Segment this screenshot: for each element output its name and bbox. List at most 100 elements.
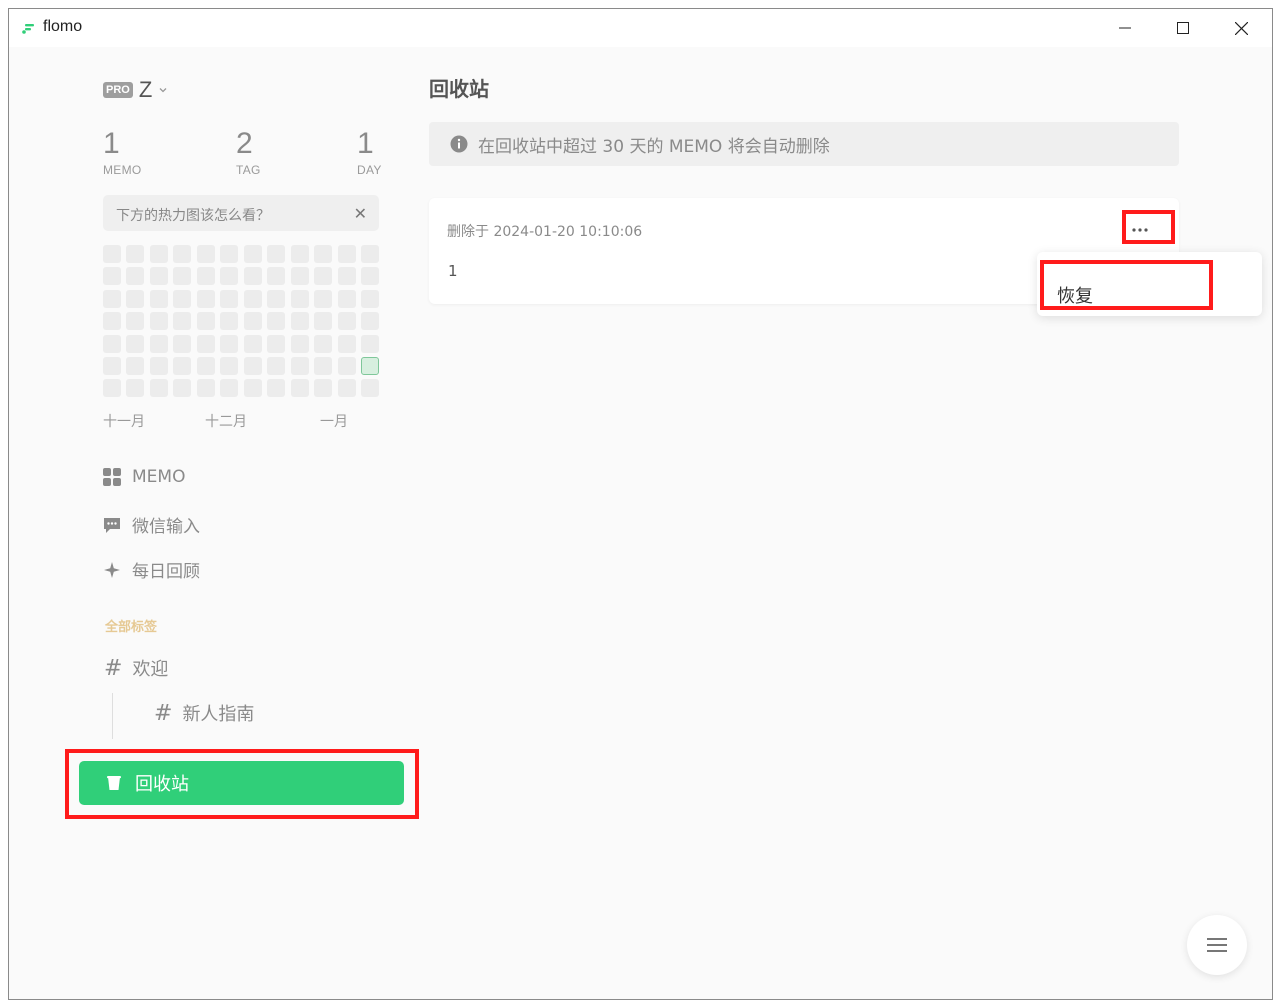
- stat-memo-label: MEMO: [103, 163, 142, 177]
- tag-welcome[interactable]: # 欢迎: [104, 655, 168, 681]
- activity-heatmap: [103, 245, 379, 397]
- minimize-button[interactable]: [1096, 9, 1154, 47]
- heatmap-cell: [173, 245, 191, 263]
- notice-banner: 在回收站中超过 30 天的 MEMO 将会自动删除: [429, 122, 1179, 166]
- stat-day-label: DAY: [357, 163, 382, 177]
- heatmap-cell: [197, 312, 215, 330]
- page-title: 回收站: [429, 77, 489, 101]
- hash-icon: #: [104, 655, 123, 681]
- user-menu[interactable]: PRO Z: [103, 77, 168, 103]
- heatmap-cell: [197, 335, 215, 353]
- stat-tag-count: 2: [236, 127, 253, 160]
- heatmap-cell: [244, 245, 262, 263]
- heatmap-cell: [103, 357, 121, 375]
- heatmap-cell: [361, 312, 379, 330]
- heatmap-cell: [338, 379, 356, 397]
- maximize-button[interactable]: [1154, 9, 1212, 47]
- heatmap-cell: [361, 379, 379, 397]
- heatmap-cell: [220, 245, 238, 263]
- close-button[interactable]: [1212, 9, 1270, 47]
- heatmap-cell: [314, 290, 332, 308]
- heatmap-cell: [314, 245, 332, 263]
- heatmap-cell: [173, 290, 191, 308]
- nav-wechat-label: 微信输入: [132, 517, 200, 537]
- heatmap-cell: [220, 290, 238, 308]
- heatmap-cell: [150, 312, 168, 330]
- heatmap-cell: [244, 357, 262, 375]
- heatmap-cell: [173, 267, 191, 285]
- highlight-box: [65, 749, 419, 819]
- heatmap-cell: [338, 245, 356, 263]
- heatmap-cell: [291, 245, 309, 263]
- heatmap-cell: [338, 335, 356, 353]
- heatmap-cell: [267, 290, 285, 308]
- info-icon: [450, 135, 468, 153]
- heatmap-cell: [150, 290, 168, 308]
- memo-deleted-time: 删除于 2024-01-20 10:10:06: [447, 224, 643, 240]
- heatmap-cell: [361, 290, 379, 308]
- heatmap-cell: [267, 245, 285, 263]
- tag-newbie-guide[interactable]: # 新人指南: [154, 700, 254, 726]
- heatmap-cell: [197, 290, 215, 308]
- heatmap-cell: [220, 312, 238, 330]
- heatmap-hint-text: 下方的热力图该怎么看？: [116, 208, 270, 224]
- heatmap-cell: [244, 335, 262, 353]
- flomo-logo-icon: [22, 24, 34, 34]
- nav-daily-review[interactable]: 每日回顾: [103, 557, 200, 582]
- heatmap-cell: [220, 379, 238, 397]
- highlight-box: [1040, 260, 1213, 310]
- stat-memo-count: 1: [103, 127, 120, 160]
- stat-memo: 1 MEMO: [103, 127, 142, 177]
- maximize-icon: [1177, 22, 1189, 34]
- heatmap-cell: [267, 357, 285, 375]
- heatmap-cell: [103, 245, 121, 263]
- stat-day: 1 DAY: [357, 127, 382, 177]
- stat-day-count: 1: [357, 127, 374, 160]
- heatmap-cell: [103, 335, 121, 353]
- nav-review-label: 每日回顾: [132, 562, 200, 582]
- heatmap-cell: [244, 312, 262, 330]
- close-hint-icon[interactable]: ✕: [354, 204, 367, 223]
- tag-label: 欢迎: [132, 659, 169, 680]
- heatmap-cell: [314, 267, 332, 285]
- pro-badge: PRO: [103, 82, 133, 98]
- heatmap-cell: [314, 335, 332, 353]
- all-tags-header: 全部标签: [105, 620, 158, 635]
- heatmap-cell: [244, 290, 262, 308]
- title-bar: flomo: [9, 9, 1272, 47]
- stat-tag: 2 TAG: [236, 127, 261, 177]
- highlight-box: [1122, 210, 1175, 244]
- heatmap-cell: [314, 357, 332, 375]
- heatmap-cell: [150, 245, 168, 263]
- nav-wechat-input[interactable]: 微信输入: [103, 512, 200, 537]
- heatmap-cell: [220, 335, 238, 353]
- month-label: 一月: [320, 414, 348, 430]
- grid-icon: [103, 468, 121, 486]
- nav-memo[interactable]: MEMO: [103, 467, 185, 487]
- heatmap-cell: [103, 379, 121, 397]
- heatmap-cell: [126, 357, 144, 375]
- heatmap-cell: [126, 312, 144, 330]
- stat-tag-label: TAG: [236, 163, 261, 177]
- heatmap-cell: [267, 379, 285, 397]
- heatmap-cell: [291, 267, 309, 285]
- close-icon: [1234, 21, 1248, 35]
- heatmap-cell: [103, 312, 121, 330]
- heatmap-cell: [314, 379, 332, 397]
- heatmap-cell: [244, 267, 262, 285]
- heatmap-cell: [126, 245, 144, 263]
- heatmap-cell: [220, 267, 238, 285]
- heatmap-cell: [150, 335, 168, 353]
- heatmap-hint-banner[interactable]: 下方的热力图该怎么看？ ✕: [103, 195, 379, 231]
- heatmap-cell: [173, 312, 191, 330]
- heatmap-cell: [173, 335, 191, 353]
- heatmap-cell: [338, 290, 356, 308]
- app-window: flomo PRO Z 1 MEMO 2 TAG 1 DAY 下方的热力图该怎么…: [8, 8, 1273, 1000]
- heatmap-cell: [150, 357, 168, 375]
- menu-fab-button[interactable]: [1187, 915, 1247, 975]
- heatmap-cell: [361, 245, 379, 263]
- heatmap-cell: [291, 312, 309, 330]
- heatmap-cell: [197, 245, 215, 263]
- memo-content: 1: [448, 262, 458, 280]
- heatmap-cell: [361, 357, 379, 375]
